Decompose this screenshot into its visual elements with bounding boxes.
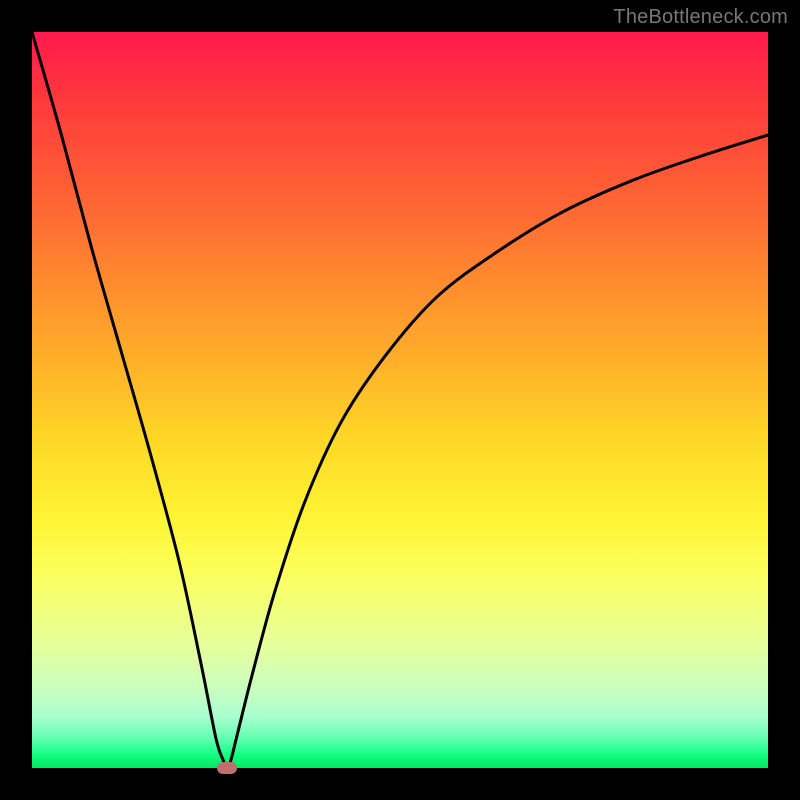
chart-frame: TheBottleneck.com bbox=[0, 0, 800, 800]
plot-area bbox=[32, 32, 768, 768]
watermark-text: TheBottleneck.com bbox=[613, 6, 788, 29]
curve-svg bbox=[32, 32, 768, 768]
minimum-marker bbox=[217, 762, 237, 774]
bottleneck-curve bbox=[32, 32, 768, 768]
